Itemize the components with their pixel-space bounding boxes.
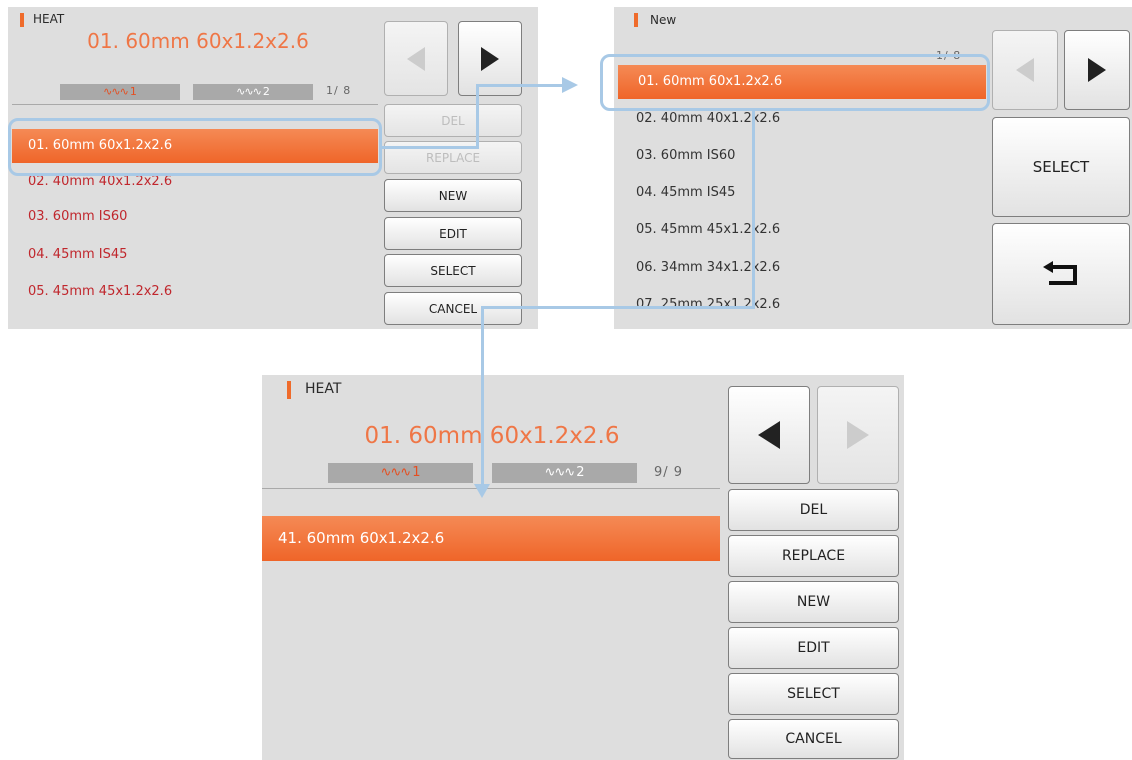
- replace-button[interactable]: REPLACE: [728, 535, 899, 577]
- heater-2-indicator[interactable]: ∿∿∿ 2: [492, 463, 637, 483]
- triangle-right-icon: [847, 421, 869, 449]
- list-item[interactable]: 04. 45mm IS45: [636, 185, 735, 200]
- new-button[interactable]: NEW: [384, 179, 522, 212]
- select-button[interactable]: SELECT: [728, 673, 899, 715]
- edit-button[interactable]: EDIT: [384, 217, 522, 250]
- flow-connector: [481, 306, 484, 486]
- heater-1-indicator[interactable]: ∿∿∿ 1: [60, 84, 180, 100]
- flow-connector: [476, 84, 479, 149]
- next-page-button[interactable]: [817, 386, 899, 484]
- page-indicator: 1/ 8: [326, 84, 352, 97]
- list-item[interactable]: 05. 45mm 45x1.2x2.6: [28, 284, 172, 299]
- header-accent-bar: [634, 13, 638, 27]
- heat-panel-new-entry: HEAT 01. 60mm 60x1.2x2.6 ∿∿∿ 1 ∿∿∿ 2 9/ 9 …: [262, 375, 904, 760]
- return-arrow-icon: [1043, 261, 1077, 285]
- prev-page-button[interactable]: [384, 21, 448, 96]
- prev-page-button[interactable]: [728, 386, 810, 484]
- triangle-right-icon: [1088, 58, 1106, 82]
- heat-waves-icon: ∿∿∿: [544, 465, 576, 480]
- new-button[interactable]: NEW: [728, 581, 899, 623]
- heater-2-indicator[interactable]: ∿∿∿ 2: [193, 84, 313, 100]
- panel-header: HEAT: [33, 12, 65, 26]
- triangle-left-icon: [407, 46, 425, 71]
- panel-header: New: [650, 13, 677, 27]
- highlight-box: [8, 118, 382, 176]
- select-button[interactable]: SELECT: [384, 254, 522, 287]
- del-button[interactable]: DEL: [728, 489, 899, 531]
- next-page-button[interactable]: [1064, 30, 1130, 110]
- flow-arrow-icon: [474, 484, 490, 498]
- heat-waves-icon: ∿∿∿: [236, 85, 262, 98]
- prev-page-button[interactable]: [992, 30, 1058, 110]
- heater-1-indicator[interactable]: ∿∿∿ 1: [328, 463, 473, 483]
- del-button[interactable]: DEL: [384, 104, 522, 137]
- list-item[interactable]: 06. 34mm 34x1.2x2.6: [636, 260, 780, 275]
- list-item[interactable]: 02. 40mm 40x1.2x2.6: [28, 174, 172, 189]
- heat-waves-icon: ∿∿∿: [103, 85, 129, 98]
- header-accent-bar: [287, 381, 291, 399]
- list-item-selected[interactable]: 41. 60mm 60x1.2x2.6: [262, 516, 720, 561]
- highlight-box: [600, 54, 990, 111]
- list-item[interactable]: 02. 40mm 40x1.2x2.6: [636, 111, 780, 126]
- heat-waves-icon: ∿∿∿: [380, 465, 412, 480]
- back-button[interactable]: [992, 223, 1130, 325]
- triangle-left-icon: [1016, 58, 1034, 82]
- panel-header: HEAT: [305, 381, 342, 397]
- current-heat-program-title: 01. 60mm 60x1.2x2.6: [87, 29, 309, 53]
- triangle-left-icon: [758, 421, 780, 449]
- flow-arrow-icon: [562, 77, 578, 93]
- flow-connector: [382, 146, 478, 149]
- list-item[interactable]: 03. 60mm IS60: [636, 148, 735, 163]
- cancel-button[interactable]: CANCEL: [728, 719, 899, 759]
- flow-connector: [476, 84, 564, 87]
- divider: [262, 488, 720, 489]
- flow-connector: [752, 111, 755, 309]
- current-heat-program-title: 01. 60mm 60x1.2x2.6: [364, 423, 620, 449]
- list-item[interactable]: 05. 45mm 45x1.2x2.6: [636, 222, 780, 237]
- list-item[interactable]: 03. 60mm IS60: [28, 209, 127, 224]
- header-accent-bar: [20, 13, 24, 27]
- triangle-right-icon: [481, 46, 499, 71]
- flow-connector: [481, 306, 755, 309]
- list-item[interactable]: 07. 25mm 25x1.2x2.6: [636, 297, 780, 312]
- select-button[interactable]: SELECT: [992, 117, 1130, 217]
- edit-button[interactable]: EDIT: [728, 627, 899, 669]
- list-item[interactable]: 04. 45mm IS45: [28, 247, 127, 262]
- page-indicator: 9/ 9: [654, 465, 684, 480]
- divider: [12, 104, 378, 105]
